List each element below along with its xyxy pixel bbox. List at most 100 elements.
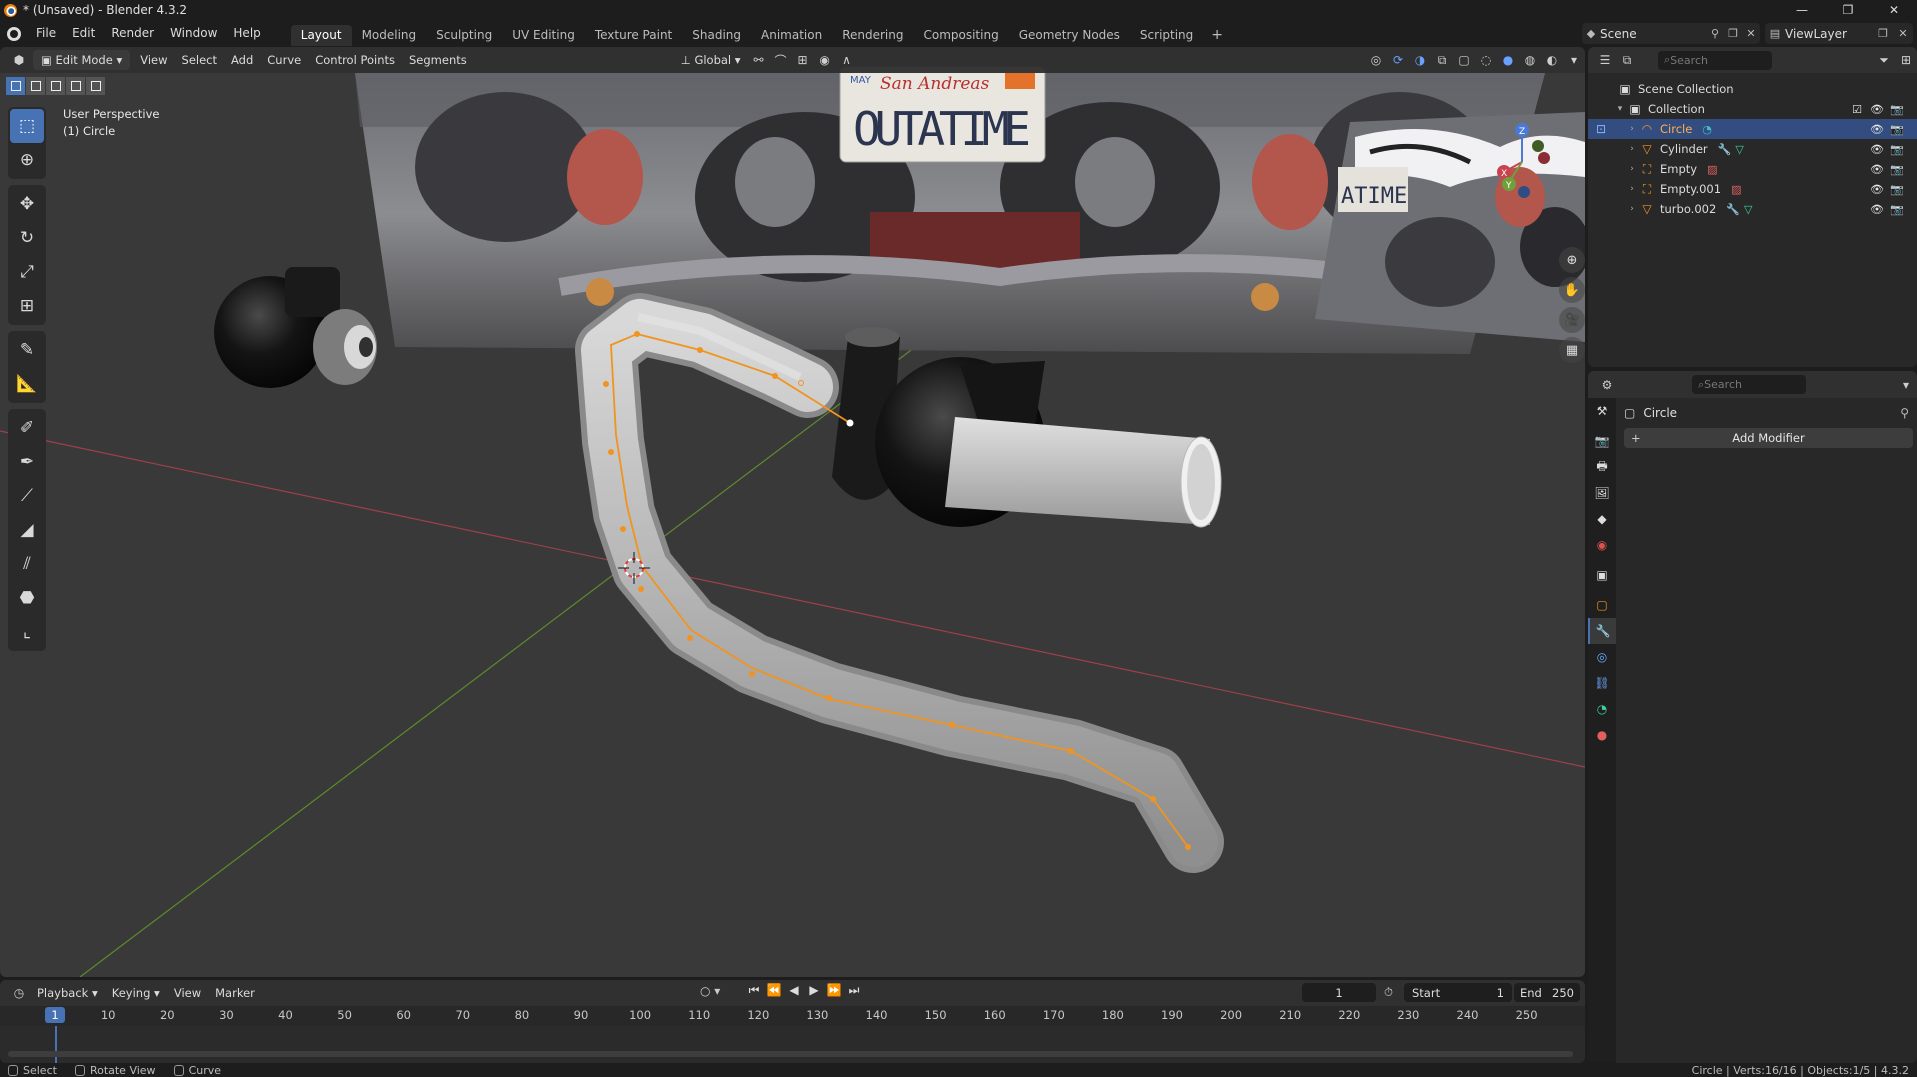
jump-end-icon[interactable]: ⏭ [844, 983, 864, 998]
outliner-editor-type-icon[interactable]: ☰ [1594, 53, 1616, 67]
camera-icon[interactable]: 📷 [1887, 163, 1907, 176]
solid-shading-icon[interactable]: ● [1497, 53, 1519, 67]
mode-dropdown[interactable]: ▣ Edit Mode ▾ [33, 50, 131, 70]
expand-icon[interactable]: › [1626, 144, 1638, 154]
eye-icon[interactable]: 👁 [1867, 123, 1887, 136]
add-modifier-button[interactable]: + Add Modifier [1624, 428, 1913, 448]
tab-layout[interactable]: Layout [290, 24, 352, 46]
properties-search-input[interactable]: ⌕ Search [1692, 375, 1806, 394]
tab-scene-icon[interactable]: ◆ [1588, 506, 1616, 532]
tab-curve-data-icon[interactable]: ◔ [1588, 696, 1616, 722]
modifier-icon[interactable]: 🔧 [1718, 143, 1732, 156]
viewport-menu-control-points[interactable]: Control Points [308, 47, 402, 73]
maximize-button[interactable]: ❐ [1825, 0, 1871, 20]
tab-shading[interactable]: Shading [682, 25, 751, 46]
close-button[interactable]: ✕ [1871, 0, 1917, 20]
tab-modifiers-icon[interactable]: 🔧 [1588, 618, 1616, 644]
expand-icon[interactable]: › [1626, 184, 1638, 194]
gizmo-neg-y[interactable] [1532, 140, 1544, 152]
camera-view-icon[interactable]: 🎥 [1559, 307, 1585, 333]
curve-pen-tool-icon[interactable]: ✒ [10, 445, 44, 479]
timeline-menu-marker[interactable]: Marker [208, 980, 262, 1006]
tilt-tool-icon[interactable]: ⫽ [10, 547, 44, 581]
tab-compositing[interactable]: Compositing [913, 25, 1008, 46]
expand-icon[interactable]: › [1626, 124, 1638, 134]
tab-sculpting[interactable]: Sculpting [426, 25, 502, 46]
blender-menu-icon[interactable] [0, 20, 28, 47]
prev-keyframe-icon[interactable]: ⏪ [764, 983, 784, 998]
expand-icon[interactable]: › [1626, 204, 1638, 214]
delete-scene-icon[interactable]: ✕ [1742, 27, 1760, 40]
pin-icon[interactable]: ⚲ [1706, 27, 1724, 40]
tab-rendering[interactable]: Rendering [832, 25, 913, 46]
viewport-menu-curve[interactable]: Curve [260, 47, 308, 73]
filter-icon[interactable]: ⏷ [1873, 53, 1895, 68]
timeline-editor-type-icon[interactable]: ◷ [8, 986, 30, 1000]
tab-tool-icon[interactable]: ⚒ [1588, 398, 1616, 424]
end-frame-field[interactable]: End 250 [1514, 983, 1580, 1002]
new-scene-icon[interactable]: ❐ [1724, 27, 1742, 40]
collection-camera-icon[interactable]: 📷 [1887, 103, 1907, 116]
mesh-data-icon[interactable]: ▽ [1735, 143, 1743, 156]
active-control-point[interactable] [846, 419, 854, 427]
outliner-search-input[interactable]: ⌕ Search [1658, 50, 1772, 70]
tab-constraints-icon[interactable]: ⛓ [1588, 670, 1616, 696]
tab-output-icon[interactable]: 🖶 [1588, 454, 1616, 480]
select-new-icon[interactable] [6, 77, 25, 95]
3d-viewport[interactable]: MAY San Andreas OUTATIME ATIME ⬢ ▣ Edit … [0, 47, 1585, 977]
outliner-item-turbo-002[interactable]: › ▽ turbo.002 🔧 ▽ 👁 📷 [1588, 199, 1917, 219]
collection-expand-icon[interactable]: ▾ [1614, 104, 1626, 114]
pin-icon[interactable]: ⚲ [1900, 406, 1909, 420]
tab-scripting[interactable]: Scripting [1130, 25, 1203, 46]
eye-icon[interactable]: 👁 [1867, 183, 1887, 196]
cursor-tool-icon[interactable]: ⊕ [10, 143, 44, 177]
gizmo-neg-x[interactable] [1538, 152, 1550, 164]
scene-collection-row[interactable]: ▣ Scene Collection [1588, 79, 1917, 99]
mesh-data-icon[interactable]: ▽ [1744, 203, 1752, 216]
mesh-overlay-icon[interactable]: ⧉ [1431, 53, 1453, 68]
menu-file[interactable]: File [28, 20, 64, 47]
play-icon[interactable]: ▶ [804, 983, 824, 998]
pivot-point-icon[interactable]: ⚯ [748, 53, 770, 67]
select-invert-icon[interactable] [66, 77, 85, 95]
new-collection-icon[interactable]: ⊞ [1895, 53, 1917, 67]
randomize-tool-icon[interactable]: ⬣ [10, 581, 44, 615]
gizmo-toggle-icon[interactable]: ⟳ [1387, 53, 1409, 67]
menu-edit[interactable]: Edit [64, 20, 103, 47]
eye-icon[interactable]: 👁 [1867, 203, 1887, 216]
overlay-toggle-icon[interactable]: ◑ [1409, 53, 1431, 67]
modifier-icon[interactable]: 🔧 [1726, 203, 1740, 216]
pan-view-icon[interactable]: ✋ [1559, 277, 1585, 303]
auto-keying-icon[interactable]: ○ ▾ [700, 984, 720, 998]
new-view-layer-icon[interactable]: ❐ [1873, 27, 1893, 40]
measure-tool-icon[interactable]: 📐 [10, 367, 44, 401]
extend-tool-icon[interactable]: ⌞ [10, 615, 44, 649]
tab-render-icon[interactable]: 📷 [1588, 428, 1616, 454]
rendered-shading-icon[interactable]: ◐ [1541, 53, 1563, 67]
edit-mode-toggle-icon[interactable]: ⊡ [1588, 122, 1614, 136]
scene-selector[interactable]: ◆ Scene ⚲ ❐ ✕ [1582, 23, 1760, 44]
view-layer-selector[interactable]: ▤ ViewLayer ❐ ✕ [1765, 23, 1913, 44]
annotate-tool-icon[interactable]: ✎ [10, 333, 44, 367]
visibility-icon[interactable]: ◎ [1365, 53, 1387, 67]
editor-type-3d-icon[interactable]: ⬢ [8, 53, 30, 67]
transform-tool-icon[interactable]: ⊞ [10, 289, 44, 323]
wireframe-shading-icon[interactable]: ◌ [1475, 53, 1497, 67]
timeline-menu-playback[interactable]: Playback ▾ [30, 980, 105, 1006]
collection-eye-icon[interactable]: 👁 [1867, 103, 1887, 116]
tab-collection-icon[interactable]: ▣ [1588, 562, 1616, 588]
radius-tool-icon[interactable]: ◢ [10, 513, 44, 547]
jump-start-icon[interactable]: ⏮ [744, 983, 764, 998]
perspective-toggle-icon[interactable]: ▦ [1559, 337, 1585, 363]
camera-icon[interactable]: 📷 [1887, 183, 1907, 196]
tab-material-icon[interactable]: ● [1588, 722, 1616, 748]
menu-help[interactable]: Help [225, 20, 268, 47]
properties-options-icon[interactable]: ▾ [1895, 378, 1917, 392]
current-frame-field[interactable]: 1 [1302, 983, 1376, 1002]
viewport-menu-add[interactable]: Add [224, 47, 260, 73]
rotate-tool-icon[interactable]: ↻ [10, 221, 44, 255]
snap-target-icon[interactable]: ⊞ [792, 53, 814, 67]
tab-geometry-nodes[interactable]: Geometry Nodes [1009, 25, 1130, 46]
snap-icon[interactable]: ⌒ [770, 52, 792, 69]
tab-animation[interactable]: Animation [751, 25, 832, 46]
